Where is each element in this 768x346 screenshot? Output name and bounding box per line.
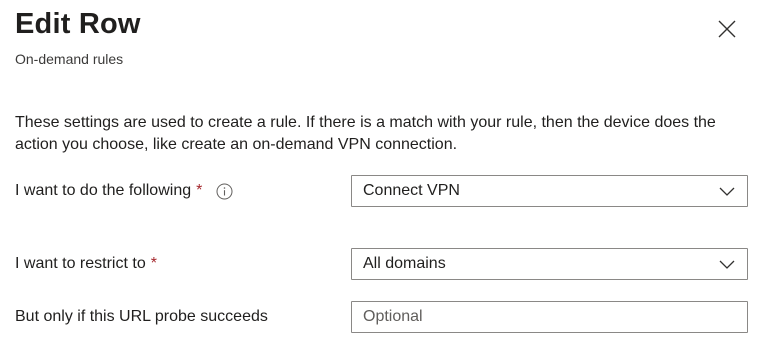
description-text: These settings are used to create a rule…: [15, 114, 716, 153]
close-icon: [718, 20, 736, 38]
restrict-dropdown[interactable]: All domains: [351, 248, 748, 280]
restrict-dropdown-value: All domains: [363, 255, 446, 272]
action-label-row: I want to do the following *: [15, 175, 233, 207]
required-mark: *: [150, 255, 157, 272]
restrict-label: I want to restrict to: [15, 255, 146, 272]
chevron-down-icon: [719, 260, 735, 269]
restrict-label-row: I want to restrict to *: [15, 248, 157, 280]
url-probe-label: But only if this URL probe succeeds: [15, 308, 268, 325]
url-probe-label-row: But only if this URL probe succeeds: [15, 301, 268, 333]
page-title: Edit Row: [15, 8, 141, 40]
action-dropdown[interactable]: Connect VPN: [351, 175, 748, 207]
close-button[interactable]: [712, 14, 742, 44]
chevron-down-icon: [719, 187, 735, 196]
info-icon[interactable]: [216, 183, 233, 200]
action-label: I want to do the following: [15, 182, 192, 199]
required-mark: *: [196, 182, 203, 199]
edit-row-panel: Edit Row On-demand rules These settings …: [0, 0, 768, 346]
url-probe-field[interactable]: [351, 301, 748, 333]
action-dropdown-value: Connect VPN: [363, 182, 460, 199]
page-subtitle: On-demand rules: [15, 51, 124, 67]
url-probe-input[interactable]: [363, 308, 733, 326]
